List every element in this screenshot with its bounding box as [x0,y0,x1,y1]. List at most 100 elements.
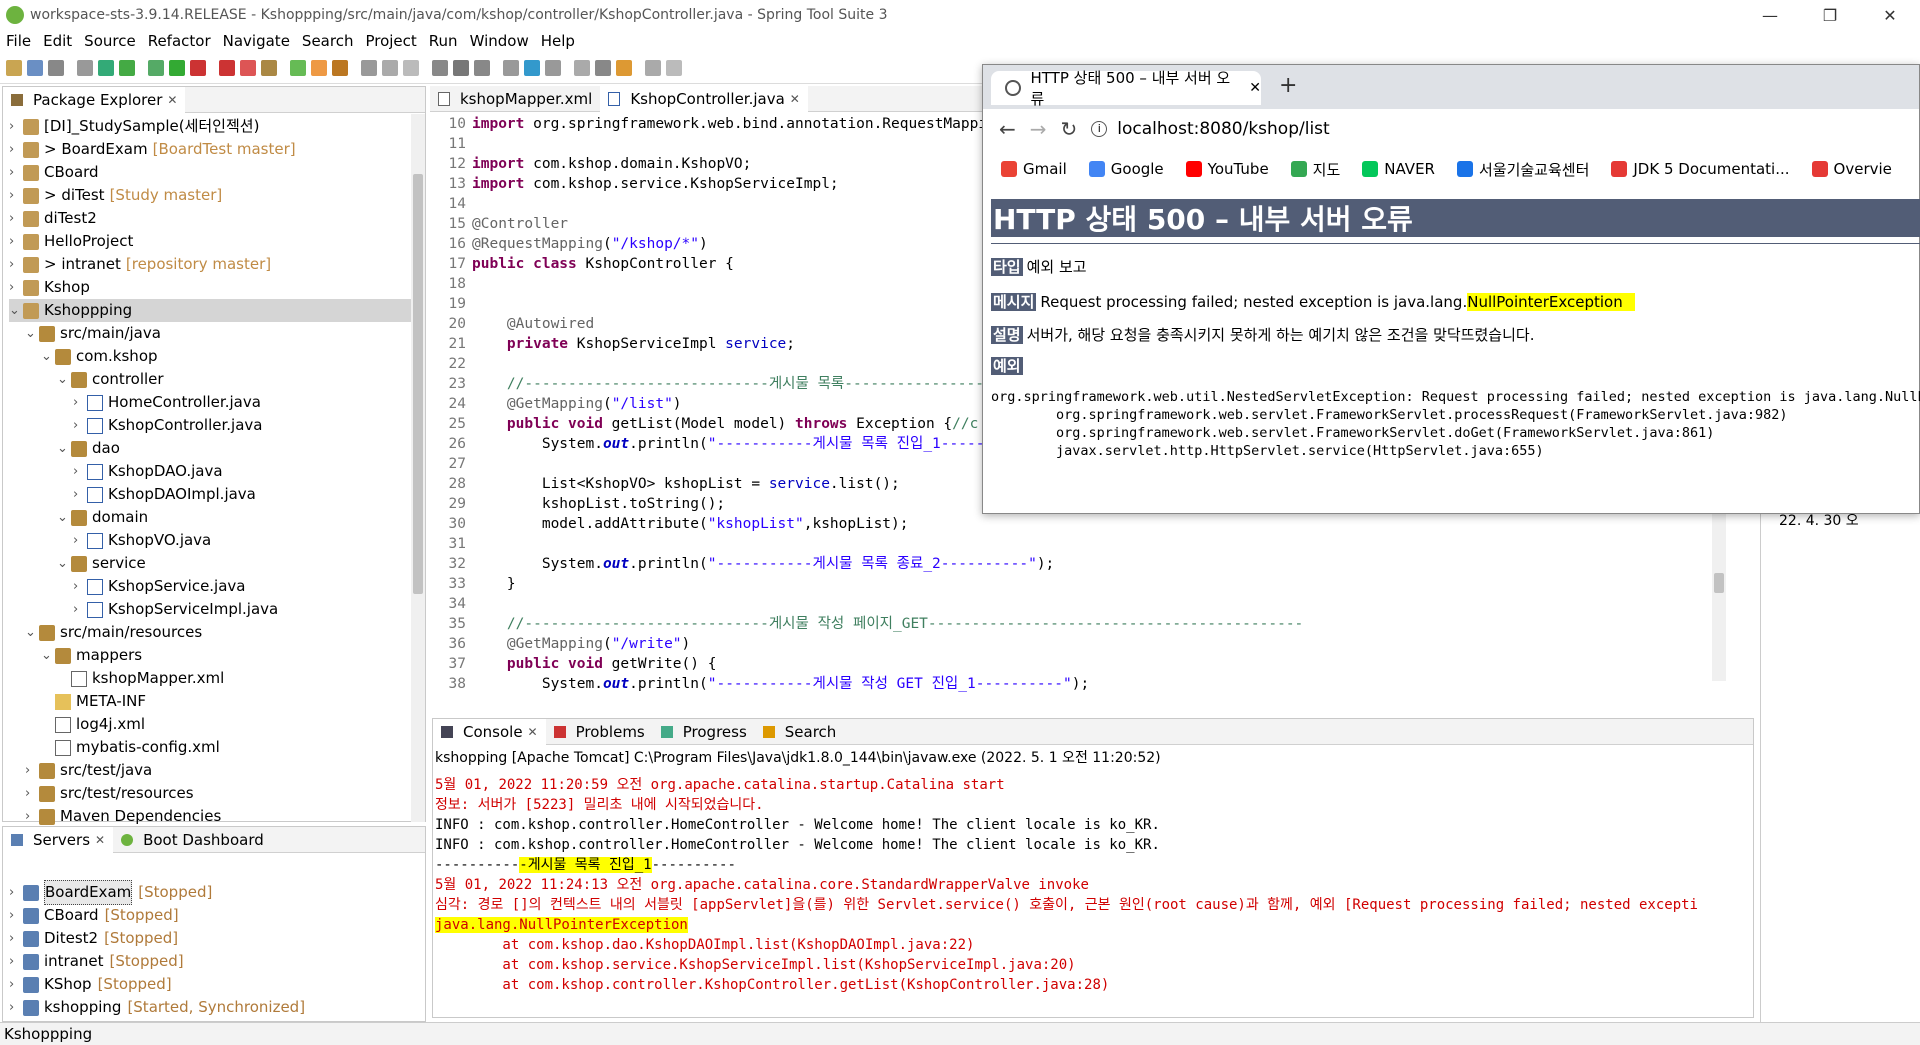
menu-project[interactable]: Project [359,32,422,50]
toolbar-button-icon[interactable] [453,59,469,76]
chevron-right-icon[interactable]: › [9,184,23,207]
chevron-right-icon[interactable]: › [73,575,87,598]
tree-item[interactable]: ⌄ src/main/java [9,322,425,345]
toolbar-button-icon[interactable] [361,59,377,76]
tab-boot-dashboard[interactable]: Boot Dashboard [113,827,272,853]
toolbar-button-icon[interactable] [666,59,682,76]
toolbar-button-icon[interactable] [524,59,540,76]
chevron-down-icon[interactable]: ⌄ [57,368,71,391]
menu-refactor[interactable]: Refactor [142,32,217,50]
minimize-button[interactable]: — [1740,0,1800,30]
server-item[interactable]: › kshopping [Started, Synchronized] [9,996,425,1019]
bookmark-item[interactable]: Overvie [1811,160,1892,178]
close-button[interactable]: ✕ [1860,0,1920,30]
chevron-right-icon[interactable]: › [9,138,23,161]
toolbar-button-icon[interactable] [332,59,348,76]
chevron-right-icon[interactable]: › [9,881,23,904]
chevron-down-icon[interactable]: ⌄ [9,299,23,322]
chevron-right-icon[interactable]: › [9,950,23,973]
chevron-down-icon[interactable]: ⌄ [57,506,71,529]
back-button[interactable]: ← [999,117,1016,141]
bookmark-item[interactable]: 서울기술교육센터 [1456,159,1589,180]
bookmark-item[interactable]: Gmail [1001,160,1067,178]
close-icon[interactable]: ✕ [167,93,177,107]
tab-package-explorer[interactable]: Package Explorer ✕ [3,86,186,113]
tree-item[interactable]: › [DI]_StudySample(세터인젝션) [9,115,425,138]
chevron-right-icon[interactable]: › [73,391,87,414]
tree-item[interactable]: kshopMapper.xml [9,667,425,690]
tree-item[interactable]: › src/test/resources [9,782,425,805]
forward-button[interactable]: → [1030,117,1047,141]
chevron-down-icon[interactable]: ⌄ [25,322,39,345]
menu-file[interactable]: File [0,32,37,50]
tab-kshopcontroller-java[interactable]: KshopController.java ✕ [600,85,808,112]
toolbar-button-icon[interactable] [645,59,661,76]
chevron-right-icon[interactable]: › [9,230,23,253]
bookmark-item[interactable]: YouTube [1185,160,1269,178]
toolbar-button-icon[interactable] [27,59,43,76]
toolbar-button-icon[interactable] [77,59,93,76]
tree-item[interactable]: ⌄ com.kshop [9,345,425,368]
chevron-right-icon[interactable]: › [9,207,23,230]
tree-item[interactable]: › > diTest [Study master] [9,184,425,207]
server-item[interactable]: › BoardExam [Stopped] [9,880,425,905]
menu-search[interactable]: Search [296,32,360,50]
tree-item[interactable]: › KshopDAOImpl.java [9,483,425,506]
menu-edit[interactable]: Edit [37,32,78,50]
toolbar-button-icon[interactable] [403,59,419,76]
chevron-right-icon[interactable]: › [73,460,87,483]
close-icon[interactable]: ✕ [790,92,800,106]
toolbar-button-icon[interactable] [503,59,519,76]
tab-servers[interactable]: Servers ✕ [3,826,114,853]
toolbar-button-icon[interactable] [432,59,448,76]
toolbar-button-icon[interactable] [240,59,256,76]
toolbar-button-icon[interactable] [574,59,590,76]
menu-navigate[interactable]: Navigate [217,32,296,50]
toolbar-button-icon[interactable] [98,59,114,76]
tree-item[interactable]: › src/test/java [9,759,425,782]
toolbar-button-icon[interactable] [190,59,206,76]
tree-item[interactable]: ⌄ domain [9,506,425,529]
chevron-down-icon[interactable]: ⌄ [25,621,39,644]
toolbar-button-icon[interactable] [311,59,327,76]
tree-item[interactable]: › HelloProject [9,230,425,253]
toolbar-button-icon[interactable] [290,59,306,76]
chevron-down-icon[interactable]: ⌄ [57,437,71,460]
toolbar-button-icon[interactable] [616,59,632,76]
tree-item[interactable]: ⌄ service [9,552,425,575]
tree-item[interactable]: › diTest2 [9,207,425,230]
tree-item[interactable]: › Kshop [9,276,425,299]
tab-problems[interactable]: Problems [546,719,653,745]
tree-item[interactable]: ⌄ src/main/resources [9,621,425,644]
chevron-right-icon[interactable]: › [9,996,23,1019]
tab-progress[interactable]: Progress [653,719,755,745]
bookmark-item[interactable]: NAVER [1362,160,1435,178]
close-tab-icon[interactable]: ✕ [1249,80,1261,96]
browser-tab[interactable]: HTTP 상태 500 – 내부 서버 오류 ✕ [991,69,1261,108]
tree-item[interactable]: mybatis-config.xml [9,736,425,759]
chevron-right-icon[interactable]: › [9,253,23,276]
tab-kshopmapper-xml[interactable]: kshopMapper.xml [430,86,600,112]
tree-item[interactable]: ⌄ Kshoppping [9,299,425,322]
close-icon[interactable]: ✕ [528,725,538,739]
tree-item[interactable]: › KshopService.java [9,575,425,598]
package-explorer-scrollbar[interactable] [411,114,425,822]
tree-item[interactable]: › > intranet [repository master] [9,253,425,276]
tree-item[interactable]: › KshopVO.java [9,529,425,552]
toolbar-button-icon[interactable] [219,59,235,76]
tree-item[interactable]: › Maven Dependencies [9,805,425,828]
tree-item[interactable]: › CBoard [9,161,425,184]
chevron-right-icon[interactable]: › [25,759,39,782]
server-item[interactable]: › KShop [Stopped] [9,973,425,996]
chevron-right-icon[interactable]: › [73,414,87,437]
menu-run[interactable]: Run [423,32,464,50]
chevron-down-icon[interactable]: ⌄ [41,345,55,368]
chevron-right-icon[interactable]: › [9,927,23,950]
chevron-right-icon[interactable]: › [9,276,23,299]
chevron-right-icon[interactable]: › [25,782,39,805]
tree-item[interactable]: › KshopController.java [9,414,425,437]
tree-item[interactable]: › HomeController.java [9,391,425,414]
chevron-right-icon[interactable]: › [9,973,23,996]
chevron-right-icon[interactable]: › [25,805,39,828]
maximize-button[interactable]: ❐ [1800,0,1860,30]
